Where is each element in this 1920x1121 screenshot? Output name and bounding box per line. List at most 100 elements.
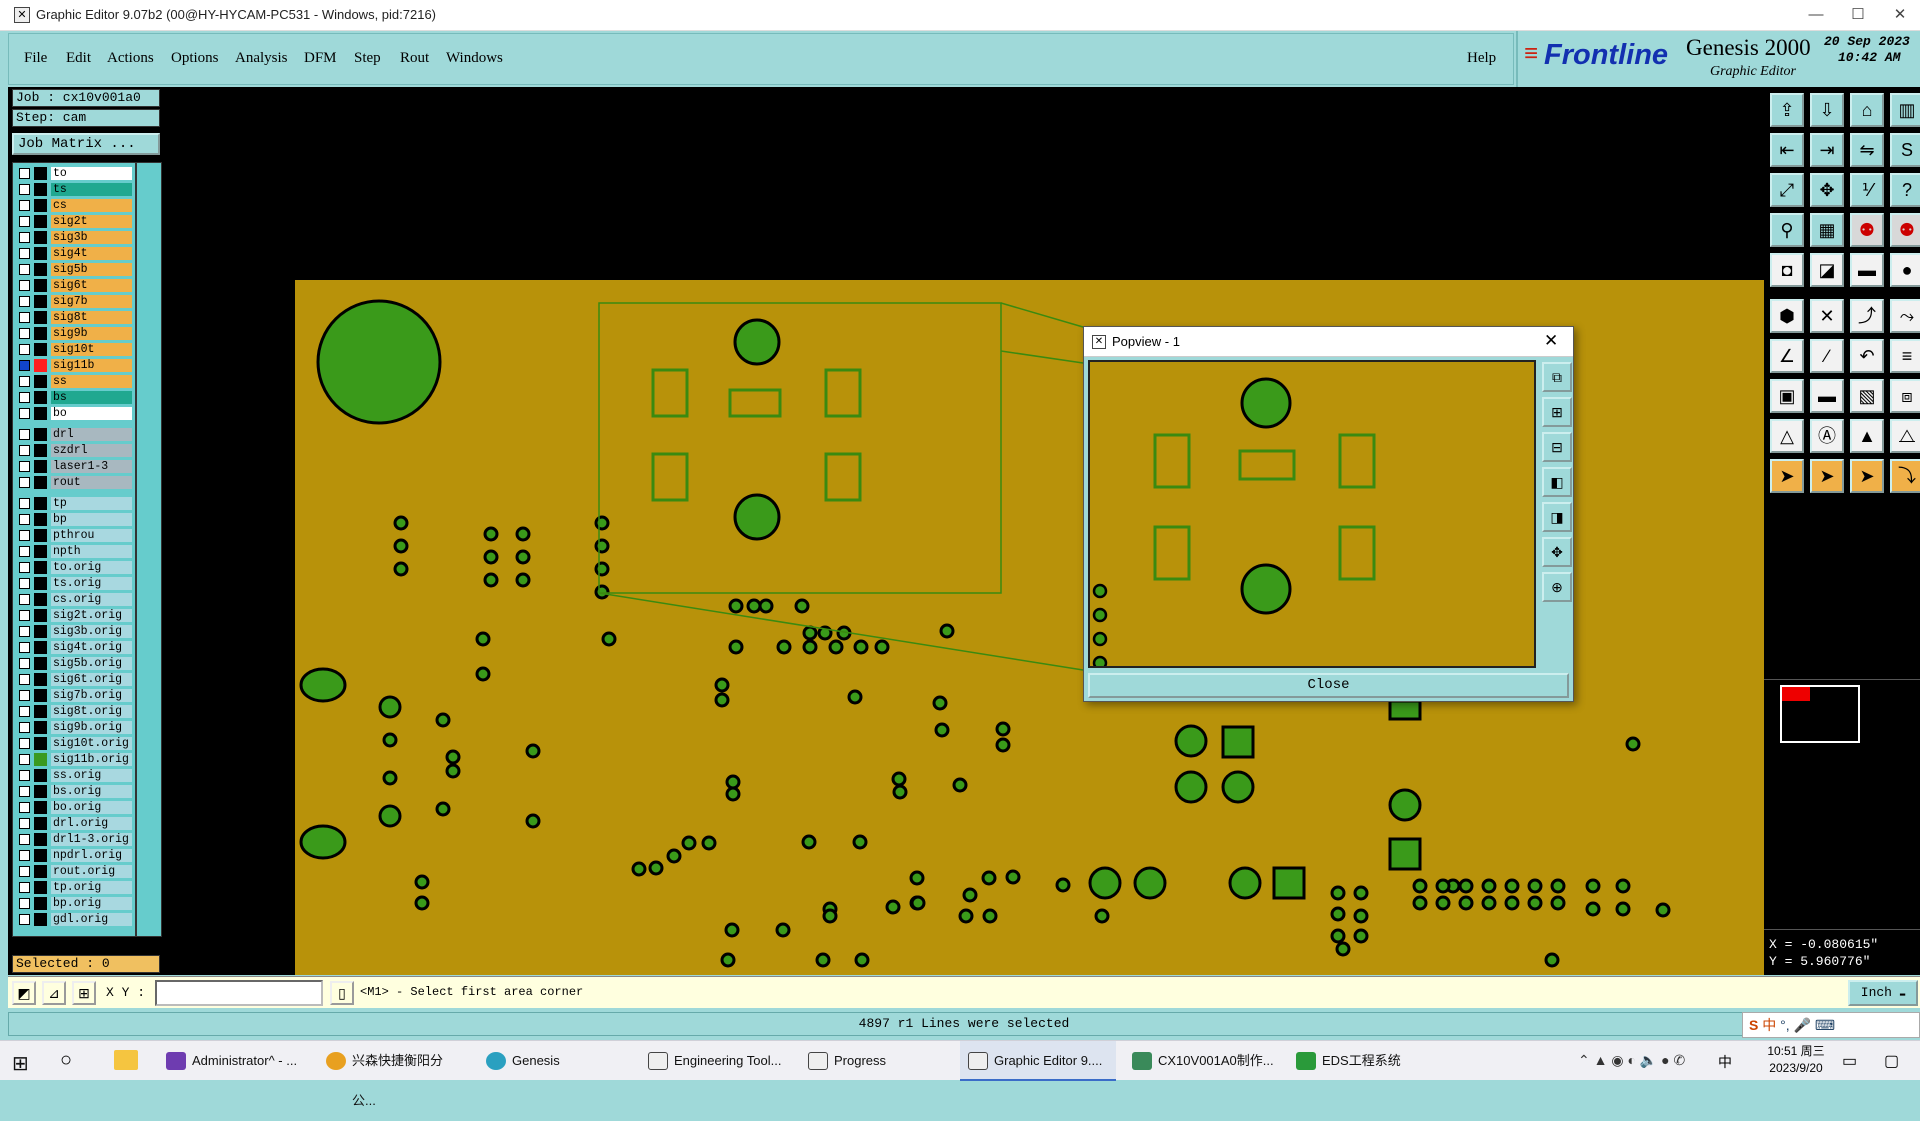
layer-row[interactable]: npth xyxy=(15,544,135,559)
layer-color-swatch[interactable] xyxy=(34,497,47,510)
line-icon[interactable]: ▬ xyxy=(1850,253,1884,287)
layer-checkbox[interactable] xyxy=(19,168,30,179)
job-matrix-button[interactable]: Job Matrix ... xyxy=(12,133,160,155)
taskbar-item-graphic-editor[interactable]: Graphic Editor 9.... xyxy=(960,1041,1116,1081)
layer-name[interactable]: sig6t xyxy=(51,279,132,292)
layer-row[interactable]: rout.orig xyxy=(15,864,135,879)
layer-row[interactable]: sig8t xyxy=(15,310,135,325)
layer-name[interactable]: ts.orig xyxy=(51,577,132,590)
grid-mode-icon[interactable]: ⊞ xyxy=(72,981,96,1005)
layer-color-swatch[interactable] xyxy=(34,561,47,574)
layer-name[interactable]: sig11b.orig xyxy=(51,753,132,766)
layer-checkbox[interactable] xyxy=(19,866,30,877)
angle-mode-icon[interactable]: ⊿ xyxy=(42,981,66,1005)
layer-color-swatch[interactable] xyxy=(34,577,47,590)
layer-checkbox[interactable] xyxy=(19,184,30,195)
layer-name[interactable]: sig2t.orig xyxy=(51,609,132,622)
layer-row[interactable]: to.orig xyxy=(15,560,135,575)
pad-net2-icon[interactable]: ⚉ xyxy=(1890,213,1920,247)
layer-checkbox[interactable] xyxy=(19,546,30,557)
layer-checkbox[interactable] xyxy=(19,530,30,541)
query-icon[interactable]: ? xyxy=(1890,173,1920,207)
popview-fit-icon[interactable]: ✥ xyxy=(1542,537,1572,567)
layer-color-swatch[interactable] xyxy=(34,247,47,260)
layer-name[interactable]: szdrl xyxy=(51,444,132,457)
layer-color-swatch[interactable] xyxy=(34,721,47,734)
layer-name[interactable]: sig10t xyxy=(51,343,132,356)
layer-name[interactable]: rout xyxy=(51,476,132,489)
pointer-icon[interactable]: ➤ xyxy=(1770,459,1804,493)
menu-options[interactable]: Options xyxy=(171,50,219,67)
layer-name[interactable]: bs xyxy=(51,391,132,404)
a-fill-icon[interactable]: ▲ xyxy=(1850,419,1884,453)
layer-color-swatch[interactable] xyxy=(34,279,47,292)
layer-color-swatch[interactable] xyxy=(34,183,47,196)
layer-checkbox[interactable] xyxy=(19,280,30,291)
layer-row[interactable]: tp xyxy=(15,496,135,511)
layer-name[interactable]: sig5b xyxy=(51,263,132,276)
layer-name[interactable]: sig3b.orig xyxy=(51,625,132,638)
layer-name[interactable]: drl.orig xyxy=(51,817,132,830)
layer-name[interactable]: bo.orig xyxy=(51,801,132,814)
layer-checkbox[interactable] xyxy=(19,514,30,525)
layer-checkbox[interactable] xyxy=(19,429,30,440)
tray-ime[interactable]: 中 xyxy=(1718,1052,1732,1072)
menu-file[interactable]: File xyxy=(24,50,47,67)
layer-row[interactable]: sig8t.orig xyxy=(15,704,135,719)
layer-color-swatch[interactable] xyxy=(34,295,47,308)
layer-row[interactable]: drl1-3.orig xyxy=(15,832,135,847)
layer-name[interactable]: laser1-3 xyxy=(51,460,132,473)
search-icon[interactable]: ○ xyxy=(60,1049,72,1072)
ime-toolbar[interactable]: S 中 °, 🎤 ⌨ xyxy=(1742,1012,1920,1038)
layer-row[interactable]: sig10t.orig xyxy=(15,736,135,751)
measure-icon[interactable]: ⚲ xyxy=(1770,213,1804,247)
menu-step[interactable]: Step xyxy=(354,50,381,67)
layer-row[interactable]: sig4t xyxy=(15,246,135,261)
layer-row[interactable]: bo xyxy=(15,406,135,421)
layer-checkbox[interactable] xyxy=(19,392,30,403)
layer-row[interactable]: sig3b xyxy=(15,230,135,245)
taskbar-item-administrator[interactable]: Administrator^ - ... xyxy=(158,1041,308,1081)
layer-checkbox[interactable] xyxy=(19,818,30,829)
taskbar-item-engineering-tool[interactable]: Engineering Tool... xyxy=(640,1041,790,1081)
layer-color-swatch[interactable] xyxy=(34,689,47,702)
layer-color-swatch[interactable] xyxy=(34,215,47,228)
path-icon[interactable]: ⤵ xyxy=(1890,459,1920,493)
layer-name[interactable]: sig4t.orig xyxy=(51,641,132,654)
layer-name[interactable]: sig4t xyxy=(51,247,132,260)
layer-color-swatch[interactable] xyxy=(34,444,47,457)
taskbar-item-cx10v001a0[interactable]: CX10V001A0制作... xyxy=(1124,1041,1284,1081)
popview-center-icon[interactable]: ⊕ xyxy=(1542,572,1572,602)
layer-name[interactable]: ts xyxy=(51,183,132,196)
menu-edit[interactable]: Edit xyxy=(66,50,91,67)
layer-color-swatch[interactable] xyxy=(34,657,47,670)
arc-icon[interactable]: ↶ xyxy=(1850,339,1884,373)
layer-color-swatch[interactable] xyxy=(34,833,47,846)
menu-analysis[interactable]: Analysis xyxy=(235,50,288,67)
start-icon[interactable]: ⊞ xyxy=(12,1051,29,1076)
center-icon[interactable]: ✥ xyxy=(1810,173,1844,207)
layer-color-swatch[interactable] xyxy=(34,593,47,606)
popview-viewport[interactable] xyxy=(1088,360,1536,671)
layer-checkbox[interactable] xyxy=(19,770,30,781)
layer-color-swatch[interactable] xyxy=(34,513,47,526)
layer-color-swatch[interactable] xyxy=(34,167,47,180)
layer-row[interactable]: sig6t xyxy=(15,278,135,293)
layer-checkbox[interactable] xyxy=(19,674,30,685)
layout-icon[interactable]: ▥ xyxy=(1890,93,1920,127)
menu-rout[interactable]: Rout xyxy=(400,50,429,67)
a-outline-icon[interactable]: ⧍ xyxy=(1890,419,1920,453)
layer-color-swatch[interactable] xyxy=(34,375,47,388)
window-icon[interactable]: ▧ xyxy=(1850,379,1884,413)
layer-row[interactable]: bs.orig xyxy=(15,784,135,799)
layer-name[interactable]: ss.orig xyxy=(51,769,132,782)
a-shape-icon[interactable]: Ⓐ xyxy=(1810,419,1844,453)
layer-color-swatch[interactable] xyxy=(34,673,47,686)
layer-row[interactable]: rout xyxy=(15,475,135,490)
angle-icon[interactable]: ∠ xyxy=(1770,339,1804,373)
layer-name[interactable]: sig10t.orig xyxy=(51,737,132,750)
layer-name[interactable]: npdrl.orig xyxy=(51,849,132,862)
layer-color-swatch[interactable] xyxy=(34,263,47,276)
layer-name[interactable]: gdl.orig xyxy=(51,913,132,926)
layer-name[interactable]: npth xyxy=(51,545,132,558)
